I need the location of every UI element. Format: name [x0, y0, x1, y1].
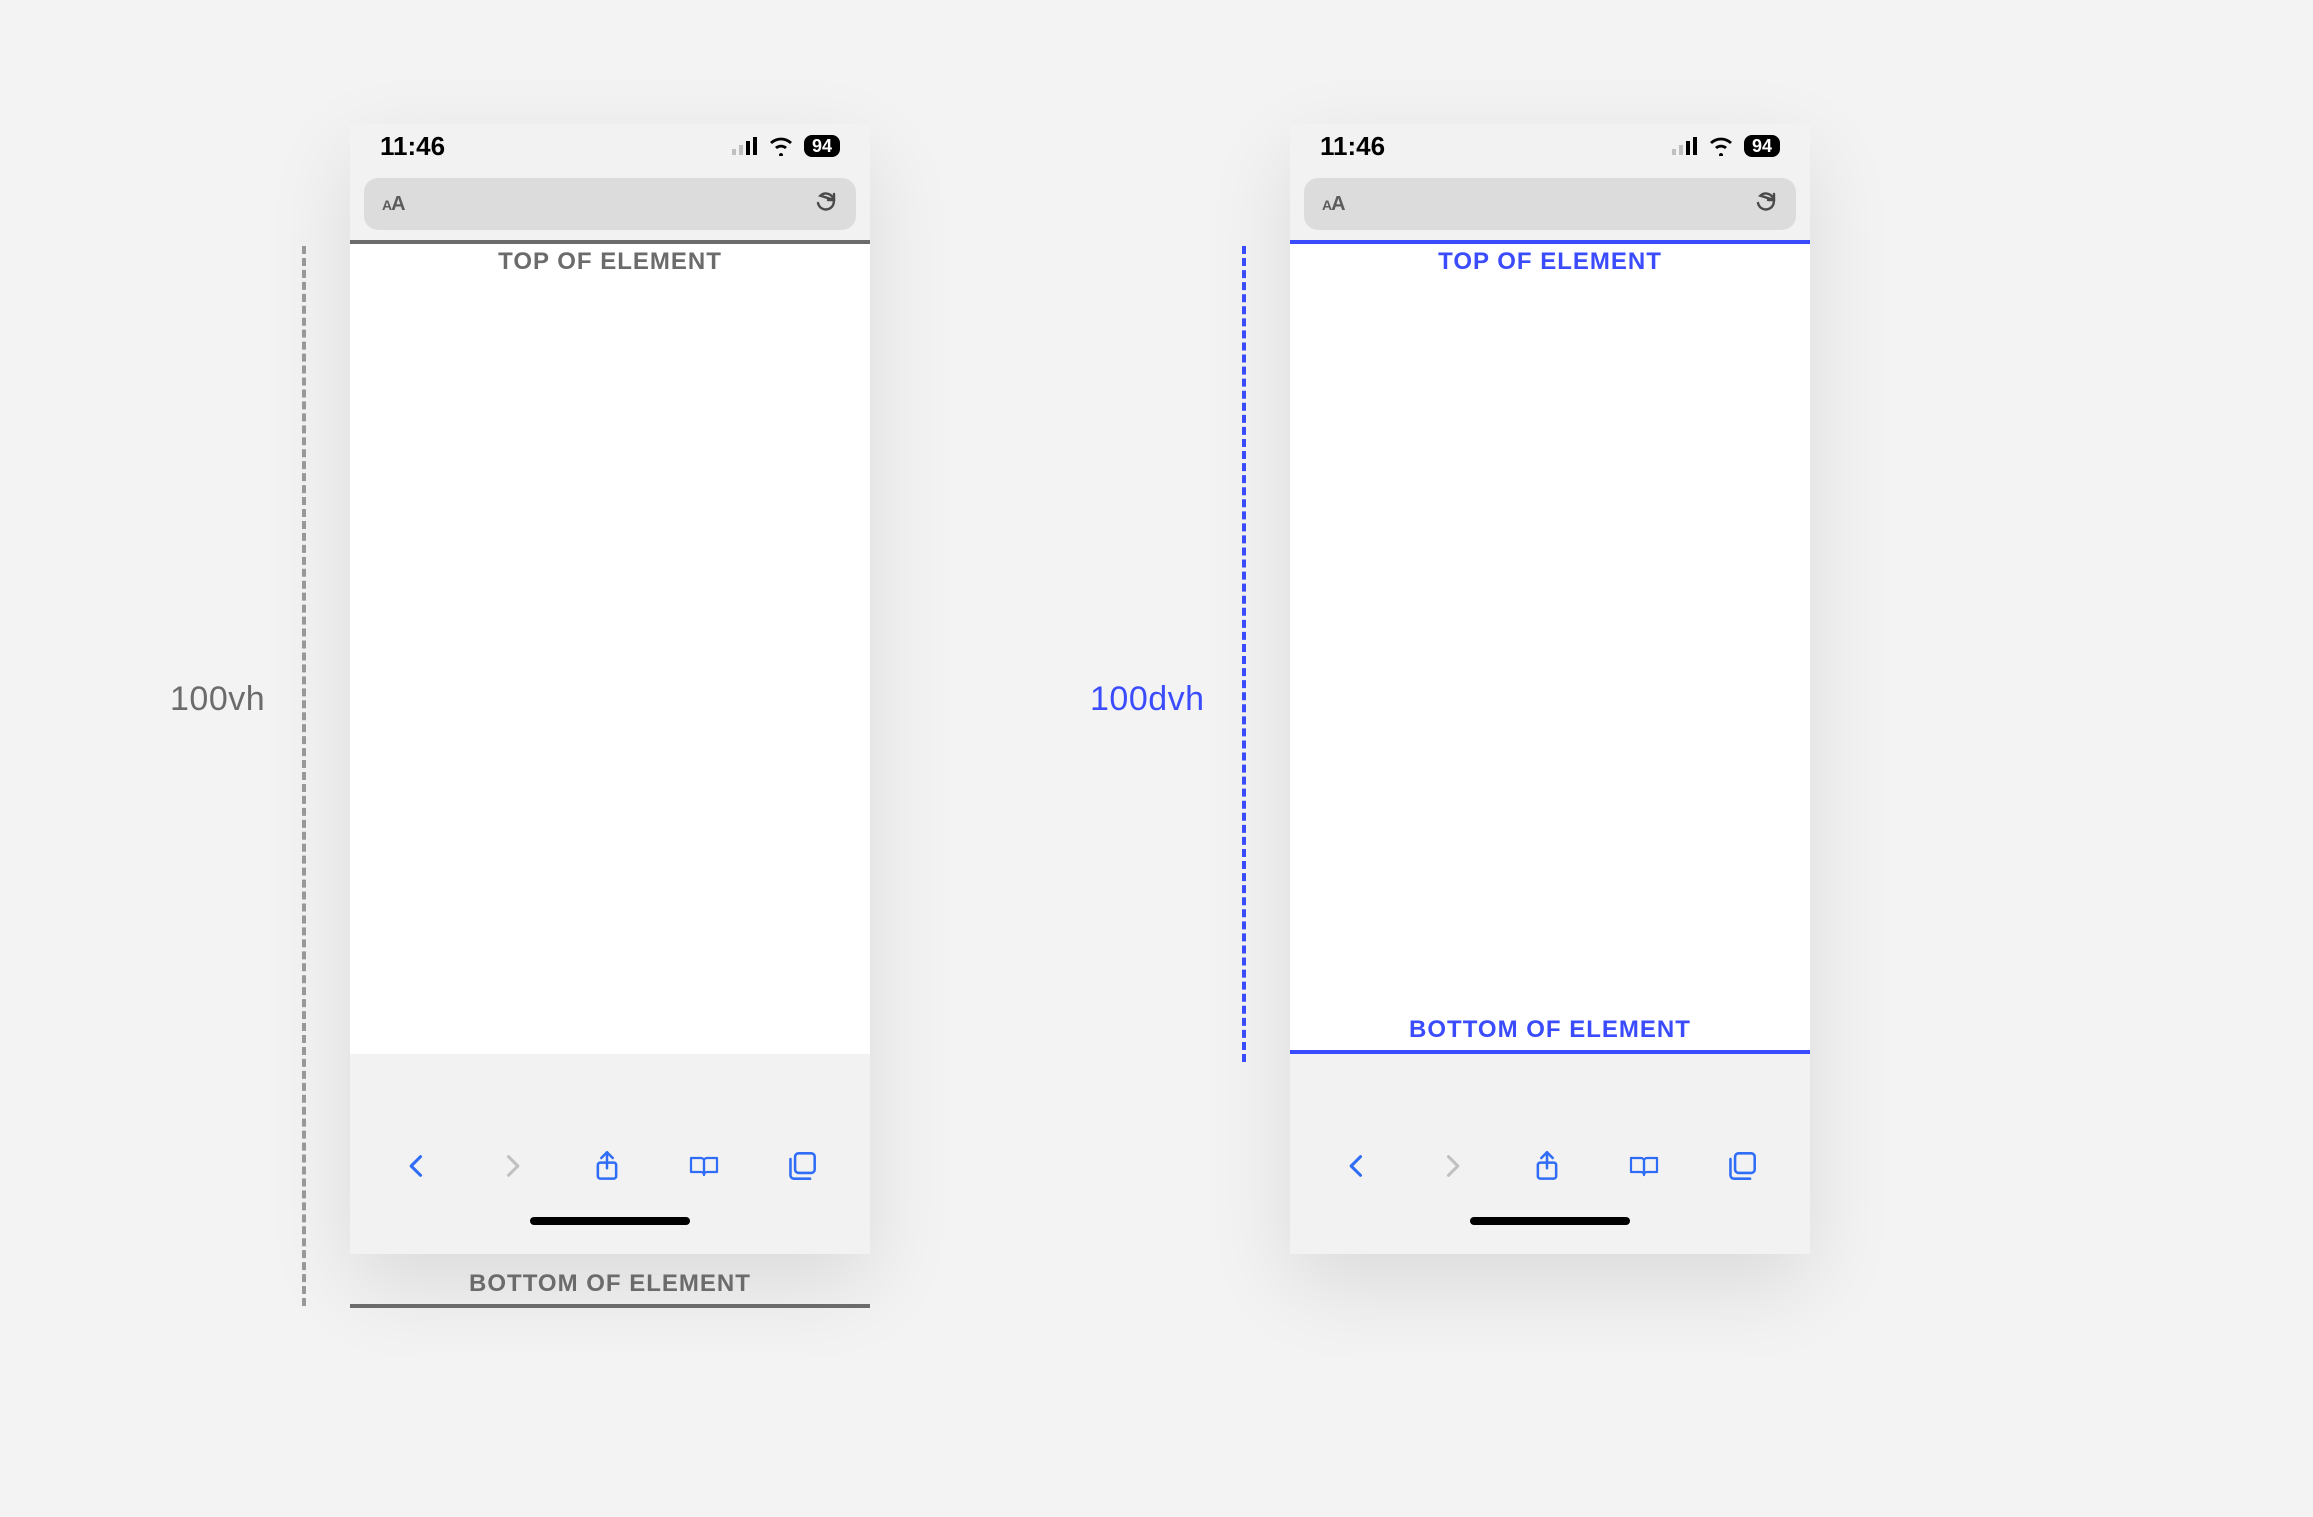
figure-100vh: 100vh 11:46 94 AA [350, 110, 870, 1254]
toolbar-icons [350, 1134, 870, 1187]
measure-dashed-100vh [302, 246, 306, 1306]
bookmarks-icon[interactable] [1628, 1152, 1660, 1185]
element-bottom-border [350, 1304, 870, 1308]
safari-toolbar [350, 1134, 870, 1254]
reload-icon[interactable] [814, 190, 838, 219]
top-of-element-label: TOP OF ELEMENT [1290, 248, 1810, 276]
status-icons: 94 [732, 135, 840, 157]
home-indicator [1470, 1217, 1630, 1225]
back-icon[interactable] [403, 1152, 431, 1185]
battery-icon: 94 [804, 135, 840, 157]
bottom-of-element-label: BOTTOM OF ELEMENT [1290, 1016, 1810, 1044]
signal-icon [732, 137, 758, 155]
reload-icon[interactable] [1754, 190, 1778, 219]
status-time: 11:46 [380, 131, 445, 162]
bottom-of-element-label: BOTTOM OF ELEMENT [350, 1270, 870, 1298]
url-bar-row: AA [350, 168, 870, 240]
bookmarks-icon[interactable] [688, 1152, 720, 1185]
status-icons: 94 [1672, 135, 1780, 157]
url-bar[interactable]: AA [1304, 178, 1796, 230]
top-of-element-label: TOP OF ELEMENT [350, 248, 870, 276]
url-bar-row: AA [1290, 168, 1810, 240]
figure-100dvh: 100dvh 11:46 94 AA [1290, 110, 1810, 1254]
status-bar: 11:46 94 [1290, 124, 1810, 168]
share-icon[interactable] [593, 1150, 621, 1187]
phone-mock-right: 11:46 94 AA [1290, 124, 1810, 1254]
element-top-border [1290, 240, 1810, 244]
wifi-icon [768, 136, 794, 156]
back-icon[interactable] [1343, 1152, 1371, 1185]
viewport-area-left: TOP OF ELEMENT [350, 240, 870, 1054]
status-time: 11:46 [1320, 131, 1385, 162]
battery-icon: 94 [1744, 135, 1780, 157]
element-bottom-border [1290, 1050, 1810, 1054]
share-icon[interactable] [1533, 1150, 1561, 1187]
phone-mock-left: 11:46 94 AA [350, 124, 870, 1254]
forward-icon[interactable] [498, 1152, 526, 1185]
reader-mode-icon[interactable]: AA [1322, 193, 1345, 216]
element-top-border [350, 240, 870, 244]
safari-toolbar [1290, 1134, 1810, 1254]
diagram-stage: 100vh 11:46 94 AA [0, 0, 2313, 1517]
url-bar[interactable]: AA [364, 178, 856, 230]
wifi-icon [1708, 136, 1734, 156]
tabs-icon[interactable] [1727, 1151, 1757, 1186]
tabs-icon[interactable] [787, 1151, 817, 1186]
toolbar-icons [1290, 1134, 1810, 1187]
height-label-100dvh: 100dvh [1090, 680, 1205, 719]
viewport-area-right: TOP OF ELEMENT BOTTOM OF ELEMENT [1290, 240, 1810, 1054]
forward-icon[interactable] [1438, 1152, 1466, 1185]
height-label-100vh: 100vh [170, 680, 265, 719]
bottom-of-element-overflow: BOTTOM OF ELEMENT [350, 1270, 870, 1308]
measure-dashed-100dvh [1242, 246, 1246, 1062]
status-bar: 11:46 94 [350, 124, 870, 168]
reader-mode-icon[interactable]: AA [382, 193, 405, 216]
home-indicator [530, 1217, 690, 1225]
signal-icon [1672, 137, 1698, 155]
